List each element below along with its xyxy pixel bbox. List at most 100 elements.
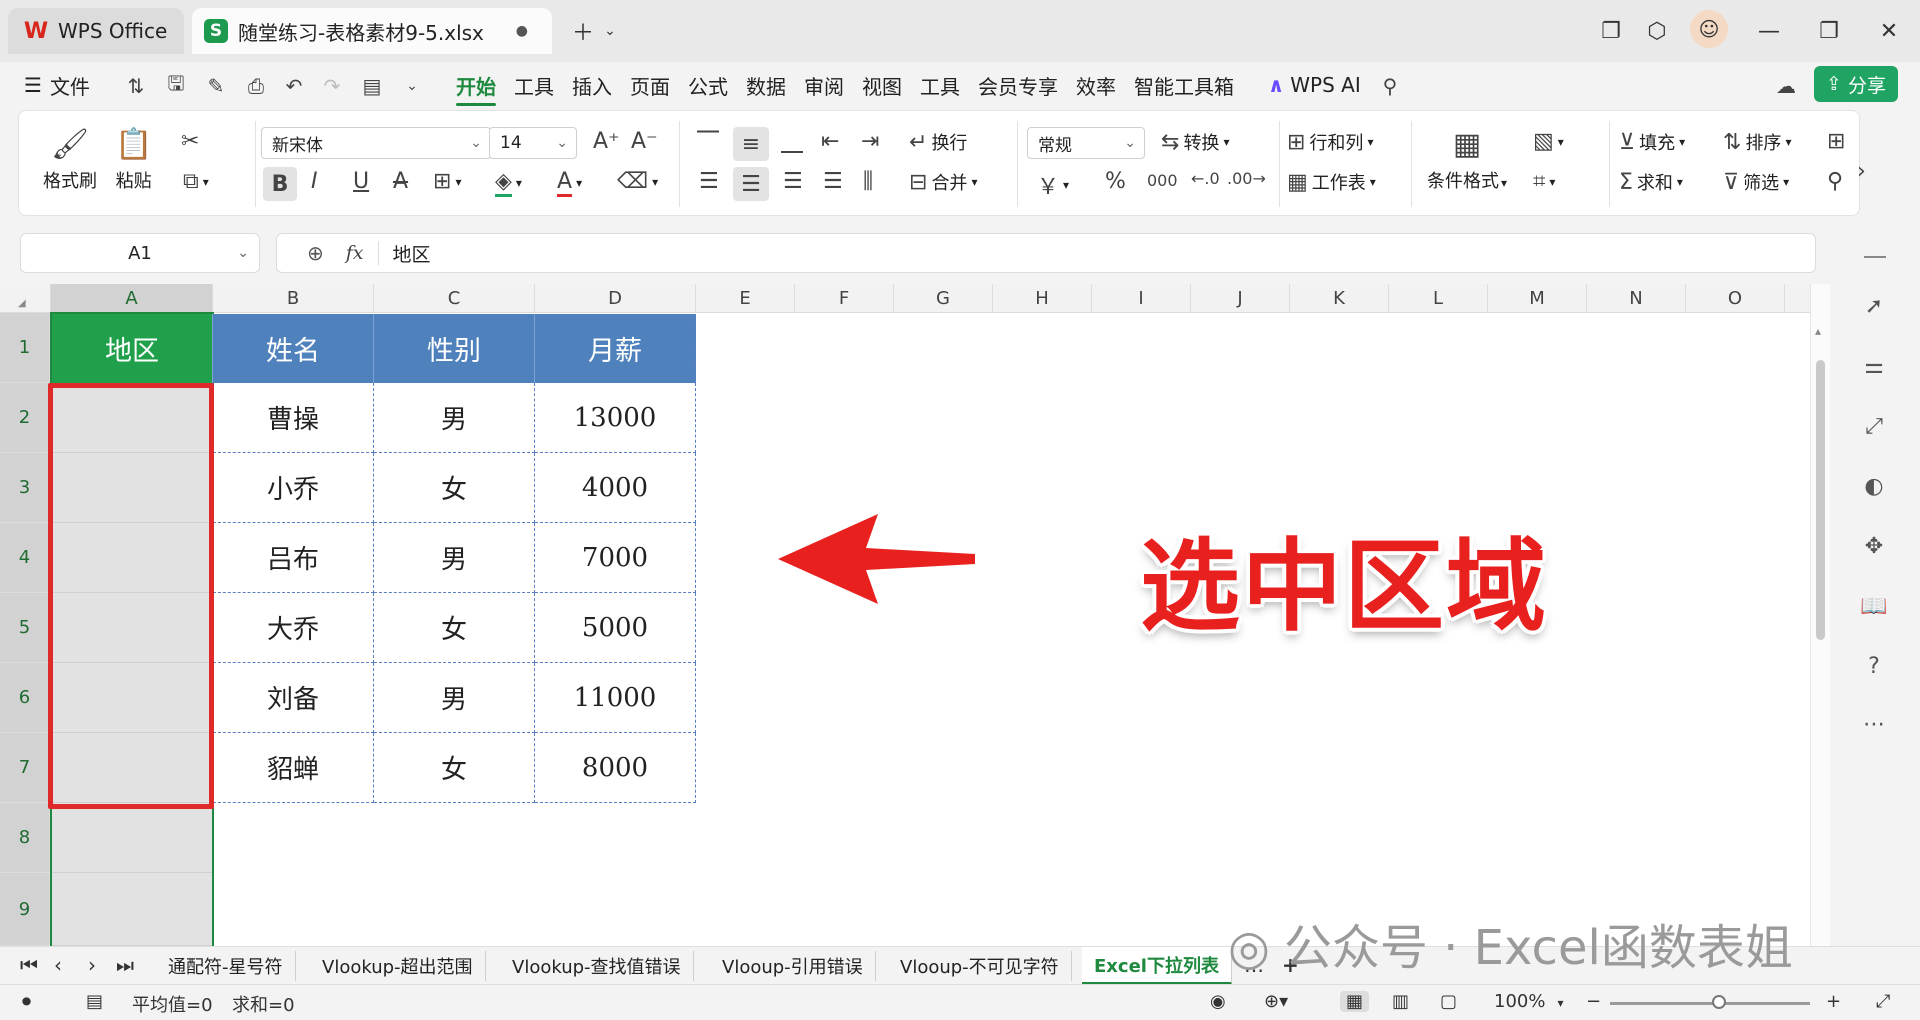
tools-icon[interactable]: ✥: [1858, 530, 1890, 562]
wps-ai-button[interactable]: ∧ WPS AI: [1268, 68, 1361, 102]
row-header-3[interactable]: 3: [0, 453, 50, 523]
cell-name[interactable]: 刘备: [213, 663, 374, 733]
cell-name[interactable]: 小乔: [213, 453, 374, 523]
table-tools-button[interactable]: ⊞: [1827, 129, 1849, 154]
cell-salary[interactable]: 4000: [535, 453, 696, 523]
more-icon[interactable]: ⋯: [1858, 708, 1890, 740]
cell-a8[interactable]: [51, 803, 213, 873]
book-icon[interactable]: 📖: [1858, 590, 1890, 622]
sum-button[interactable]: Σ 求和 ▾: [1619, 169, 1683, 195]
row-header-4[interactable]: 4: [0, 523, 50, 593]
cloud-sync-icon[interactable]: ☁: [1772, 72, 1800, 100]
column-header-j[interactable]: J: [1191, 284, 1290, 313]
quick-access-chevron-icon[interactable]: ⌄: [398, 72, 426, 100]
tab-tools-2[interactable]: 工具: [920, 68, 960, 102]
save-icon[interactable]: 🖫: [162, 71, 190, 100]
cube-icon[interactable]: ⬡: [1640, 14, 1674, 48]
align-center-button[interactable]: ☰: [733, 167, 769, 201]
tab-review[interactable]: 审阅: [804, 68, 844, 102]
thousands-button[interactable]: 000: [1147, 171, 1182, 190]
macro-record-icon[interactable]: ⏺: [22, 991, 31, 1012]
number-format-select[interactable]: 常规 ⌄: [1027, 127, 1145, 159]
decrease-decimal-button[interactable]: ←.0: [1191, 169, 1224, 188]
fill-button[interactable]: ⊻ 填充 ▾: [1619, 129, 1685, 155]
cell-name[interactable]: 吕布: [213, 523, 374, 593]
column-header-d[interactable]: D: [535, 284, 696, 313]
border-button[interactable]: ⊞ ▾: [433, 169, 461, 194]
convert-button[interactable]: ⇆ 转换 ▾: [1161, 129, 1229, 155]
view-options-icon[interactable]: ⊕▾: [1264, 991, 1288, 1012]
tab-view[interactable]: 视图: [862, 68, 902, 102]
restore-button[interactable]: ❐: [1812, 14, 1846, 48]
cell-name[interactable]: 曹操: [213, 383, 374, 453]
cell-a1-header[interactable]: 地区: [52, 314, 213, 383]
find-button[interactable]: ⚲: [1827, 169, 1847, 194]
row-header-8[interactable]: 8: [0, 803, 50, 873]
column-header-g[interactable]: G: [894, 284, 993, 313]
justify-button[interactable]: ☰: [823, 169, 847, 194]
italic-button[interactable]: I: [311, 169, 322, 194]
decrease-font-button[interactable]: A⁻: [631, 129, 662, 154]
normal-view-icon[interactable]: ▦: [1340, 991, 1370, 1012]
column-header-h[interactable]: H: [993, 284, 1092, 313]
column-header-i[interactable]: I: [1092, 284, 1191, 313]
cell-salary[interactable]: 11000: [535, 663, 696, 733]
minimize-button[interactable]: —: [1752, 14, 1786, 48]
increase-font-button[interactable]: A⁺: [593, 129, 624, 154]
font-name-select[interactable]: 新宋体 ⌄: [261, 127, 491, 159]
increase-decimal-button[interactable]: .00→: [1227, 169, 1270, 188]
cell-gender[interactable]: 男: [374, 663, 535, 733]
format-painter-button[interactable]: 🖌 格式刷: [43, 123, 97, 193]
tab-insert[interactable]: 插入: [572, 68, 612, 102]
ribbon-scroll-button[interactable]: ›: [1857, 151, 1885, 191]
cell-gender[interactable]: 女: [374, 593, 535, 663]
select-all-corner[interactable]: ◢: [0, 284, 51, 313]
tab-current-file[interactable]: S 随堂练习-表格素材9-5.xlsx ●: [192, 8, 552, 54]
column-header-n[interactable]: N: [1587, 284, 1686, 313]
clear-button[interactable]: ⌫ ▾: [617, 169, 658, 194]
scroll-up-icon[interactable]: ▴: [1815, 324, 1821, 338]
row-header-2[interactable]: 2: [0, 383, 50, 453]
cell-gender[interactable]: 男: [374, 523, 535, 593]
conditional-format-button[interactable]: ▦ 条件格式 ▾: [1427, 123, 1507, 193]
window-tile-icon[interactable]: ❐: [1594, 14, 1628, 48]
tab-member[interactable]: 会员专享: [978, 68, 1058, 102]
percent-button[interactable]: %: [1105, 169, 1130, 194]
copy-button[interactable]: ⧉ ▾: [183, 169, 209, 194]
fullscreen-icon[interactable]: ⤢: [1876, 991, 1890, 1012]
column-header-o[interactable]: O: [1686, 284, 1785, 313]
align-left-button[interactable]: ☰: [699, 169, 723, 194]
strikethrough-button[interactable]: A: [393, 169, 412, 194]
cell-b1-header[interactable]: 姓名: [213, 314, 374, 383]
align-top-button[interactable]: ⎺: [697, 129, 723, 154]
select-pointer-icon[interactable]: ➚: [1858, 290, 1890, 322]
last-sheet-icon[interactable]: ⏭: [116, 953, 134, 977]
column-header-f[interactable]: F: [795, 284, 894, 313]
worksheet-button[interactable]: ▦ 工作表 ▾: [1287, 169, 1376, 195]
next-sheet-icon[interactable]: ›: [88, 953, 96, 977]
sheet-tab[interactable]: Vlookup-超出范围: [310, 951, 486, 981]
zoom-level[interactable]: 100% ▾: [1494, 991, 1564, 1012]
prev-sheet-icon[interactable]: ‹: [54, 953, 62, 977]
tab-wps-office[interactable]: W WPS Office: [8, 8, 184, 54]
cell-salary[interactable]: 8000: [535, 733, 696, 803]
page-layout-icon[interactable]: ▥: [1392, 991, 1409, 1012]
cell-gender[interactable]: 女: [374, 733, 535, 803]
underline-button[interactable]: U: [353, 169, 373, 194]
paste-button[interactable]: 📋 粘贴: [115, 123, 152, 193]
print-preview-icon[interactable]: ⎙: [242, 72, 270, 100]
cell-a3[interactable]: [51, 453, 213, 523]
wrap-text-button[interactable]: ↵ 换行: [909, 129, 967, 155]
cell-a9[interactable]: [51, 873, 213, 946]
sheet-tab[interactable]: Vlooup-引用错误: [710, 951, 876, 981]
column-header-b[interactable]: B: [213, 284, 374, 313]
vertical-scrollbar[interactable]: ▴: [1810, 284, 1830, 946]
avatar[interactable]: ☺: [1690, 10, 1728, 48]
row-header-7[interactable]: 7: [0, 733, 50, 803]
row-col-button[interactable]: ⊞ 行和列 ▾: [1287, 129, 1373, 155]
search-icon[interactable]: ⚲: [1376, 72, 1404, 100]
zoom-formula-icon[interactable]: ⊕: [307, 241, 324, 265]
tab-list-chevron-icon[interactable]: ⌄: [600, 14, 620, 48]
freeze-button[interactable]: ⌗ ▾: [1533, 169, 1555, 194]
column-header-k[interactable]: K: [1290, 284, 1389, 313]
